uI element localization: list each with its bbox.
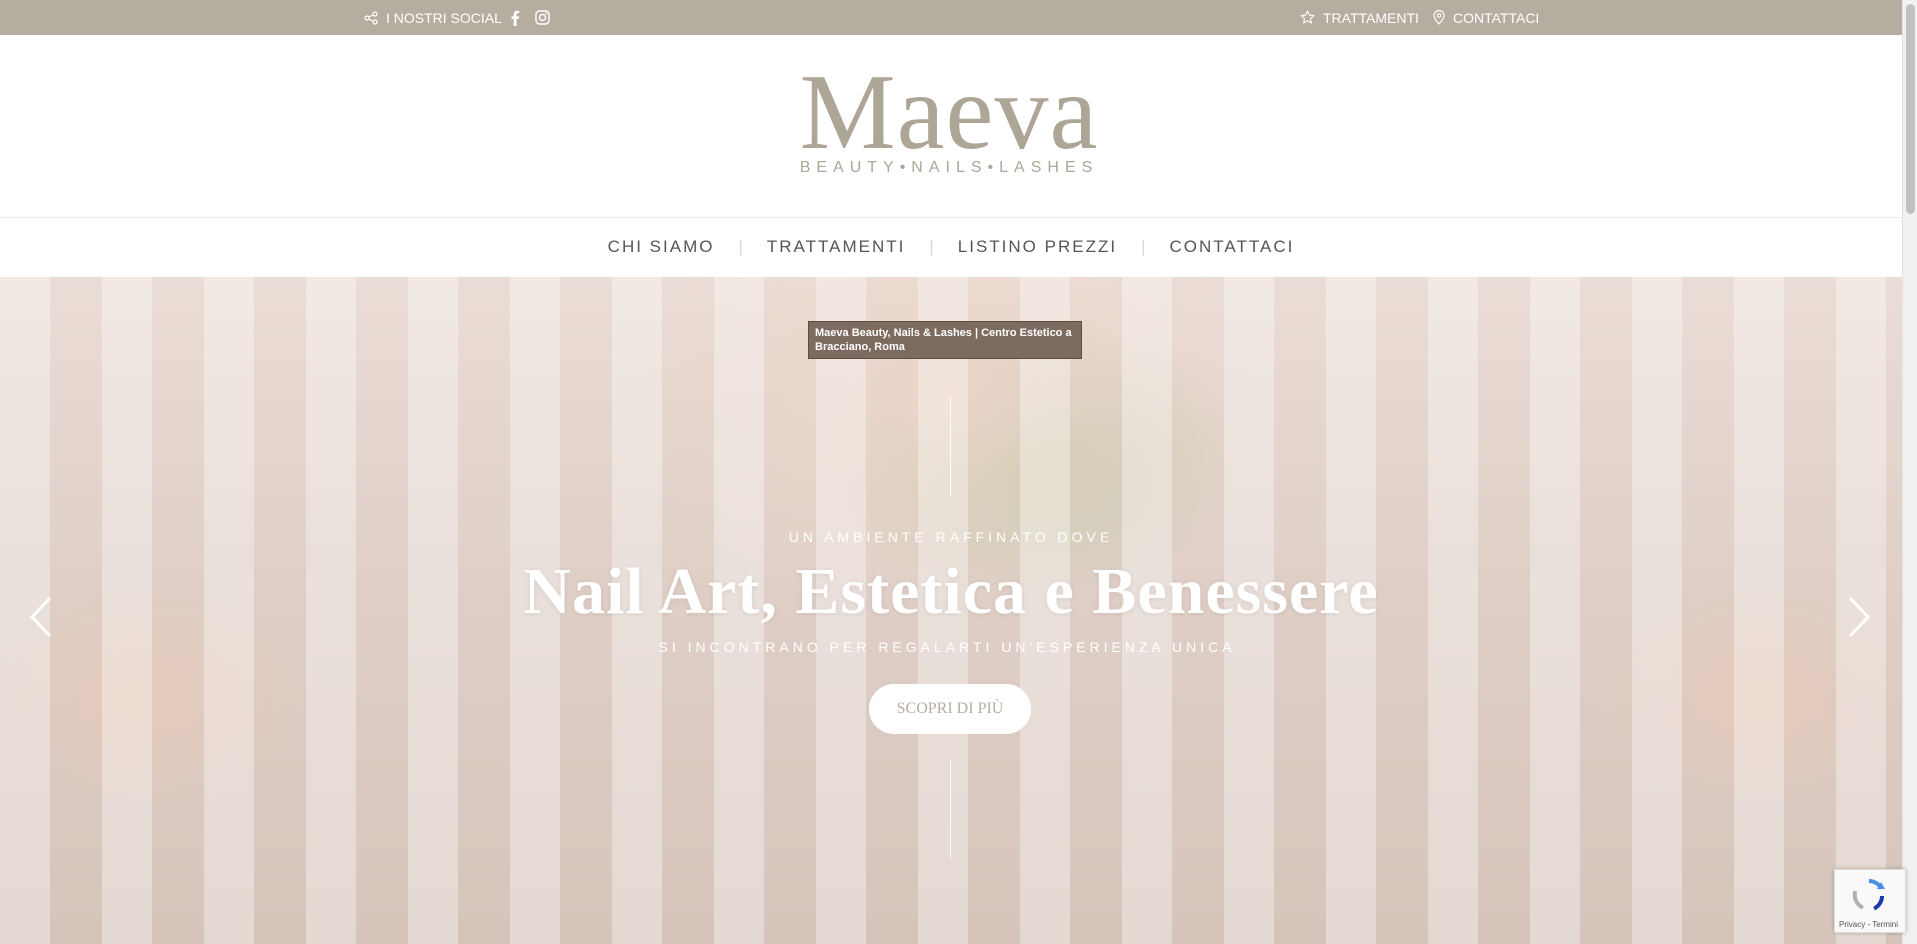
nav-item-chi-siamo[interactable]: CHI SIAMO [584,237,739,257]
hero-subline: SI INCONTRANO PER REGALARTI UN'ESPERIENZ… [658,639,1244,655]
hero-headline: Nail Art, Estetica e Benessere [523,555,1379,628]
social-label: I NOSTRI SOCIAL [386,9,502,26]
divider-line-top [950,397,951,497]
scrollbar-thumb[interactable] [1906,4,1915,214]
social-link[interactable]: I NOSTRI SOCIAL [364,0,502,35]
main-nav: CHI SIAMO | TRATTAMENTI | LISTINO PREZZI… [0,218,1902,276]
nav-item-listino-prezzi[interactable]: LISTINO PREZZI [934,237,1141,257]
topbar-trattamenti-label: TRATTAMENTI [1323,9,1419,26]
instagram-link[interactable] [535,0,550,35]
nav-item-contattaci[interactable]: CONTATTACI [1146,237,1319,257]
chevron-left-icon [22,596,62,646]
top-bar: I NOSTRI SOCIAL TRATTAMENTI CONTATTACI [0,0,1902,35]
logo-tagline: BEAUTY•NAILS•LASHES [799,159,1099,176]
map-pin-icon [1433,10,1445,25]
nav-item-trattamenti[interactable]: TRATTAMENTI [743,237,929,257]
slider-prev-button[interactable] [22,592,62,642]
facebook-icon [510,10,520,26]
image-tooltip: Maeva Beauty, Nails & Lashes | Centro Es… [808,321,1082,359]
recaptcha-text[interactable]: Privacy - Termini [1839,920,1898,929]
header: Maeva BEAUTY•NAILS•LASHES [0,35,1902,218]
hero-slider: Maeva Beauty, Nails & Lashes | Centro Es… [0,277,1902,944]
topbar-contattaci-link[interactable]: CONTATTACI [1433,0,1539,35]
recaptcha-badge[interactable]: Privacy - Termini [1834,869,1906,933]
scrollbar[interactable] [1902,0,1917,944]
chevron-right-icon [1838,596,1878,646]
topbar-trattamenti-link[interactable]: TRATTAMENTI [1300,0,1419,35]
instagram-icon [535,10,550,25]
logo-name: Maeva [799,53,1099,172]
hero-eyebrow: UN AMBIENTE RAFFINATO DOVE [788,529,1114,545]
facebook-link[interactable] [510,0,520,35]
star-icon [1300,10,1315,25]
slider-next-button[interactable] [1838,592,1878,642]
topbar-contattaci-label: CONTATTACI [1453,9,1540,26]
logo[interactable]: Maeva BEAUTY•NAILS•LASHES [786,53,1112,185]
discover-more-button[interactable]: SCOPRI DI PIÙ [869,684,1031,734]
divider-line-bottom [950,759,951,859]
share-icon [364,10,378,25]
